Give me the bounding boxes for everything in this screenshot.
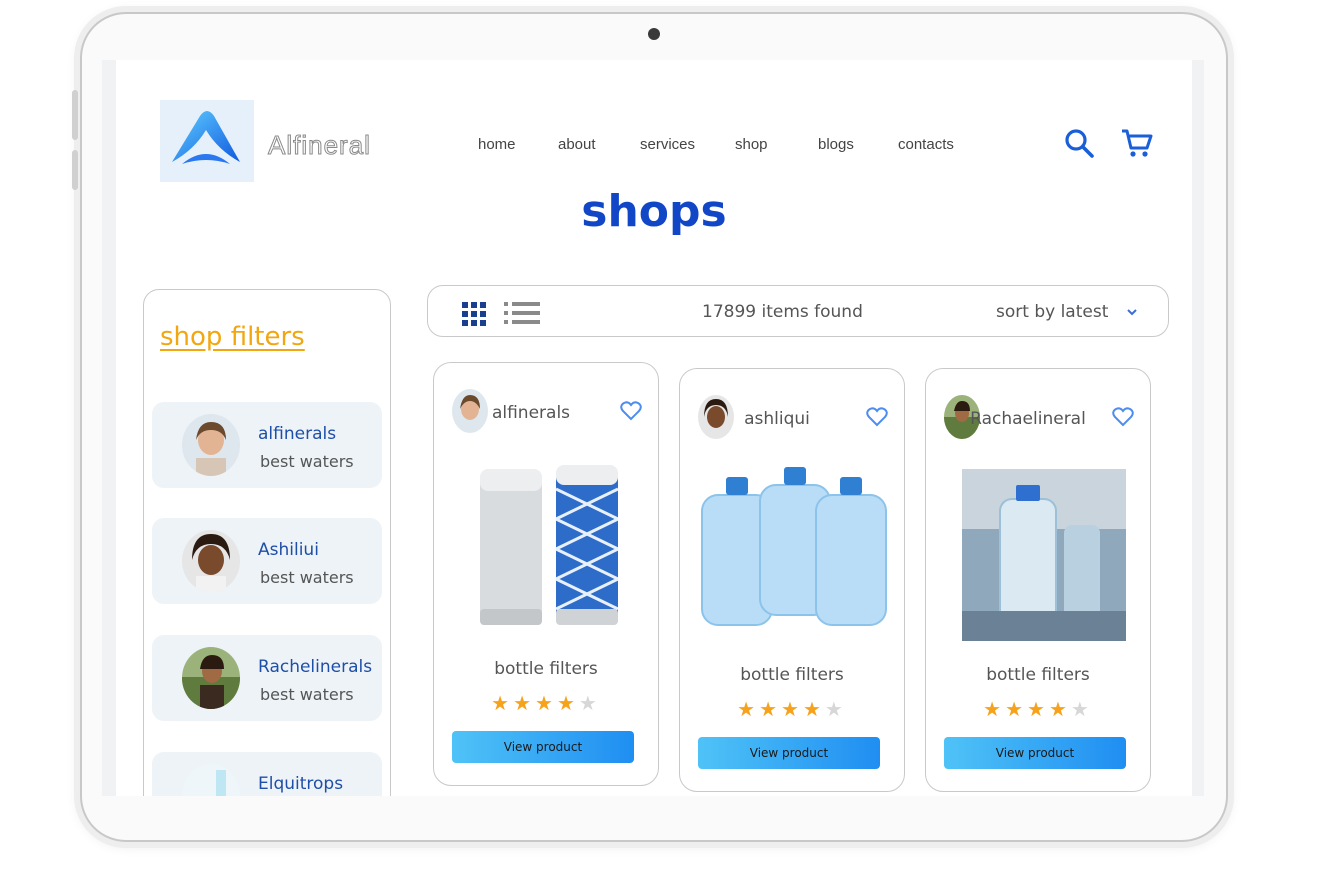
view-product-button[interactable]: View product <box>452 731 634 763</box>
rating-stars: ★★★★★ <box>434 691 658 715</box>
product-card[interactable]: ashliqui bottle filters ★★★★★ View produ… <box>679 368 905 792</box>
product-image <box>480 465 619 625</box>
seller-name: Rachaelineral <box>970 409 1086 429</box>
product-name: bottle filters <box>986 665 1090 685</box>
shop-name: Elquitrops <box>258 774 344 794</box>
nav-services[interactable]: services <box>640 136 695 153</box>
rating-stars: ★★★★★ <box>680 697 904 721</box>
star-empty-icon: ★ <box>824 697 847 721</box>
star-filled-icon: ★ <box>556 691 579 715</box>
star-filled-icon: ★ <box>759 697 782 721</box>
nav-blogs[interactable]: blogs <box>818 136 854 153</box>
shop-item[interactable]: Elquitrops <box>152 752 382 796</box>
star-empty-icon: ★ <box>1070 697 1093 721</box>
star-filled-icon: ★ <box>1005 697 1028 721</box>
shop-item[interactable]: Ashiliui best waters <box>152 518 382 604</box>
list-view-icon[interactable] <box>504 302 540 324</box>
shop-avatar <box>182 647 240 709</box>
power-button <box>72 150 78 190</box>
nav-home[interactable]: home <box>478 136 516 153</box>
cart-icon[interactable] <box>1120 126 1154 160</box>
shop-filters-title[interactable]: shop filters <box>160 322 305 352</box>
product-card[interactable]: alfinerals bottle filters ★★★★★ View pro… <box>433 362 659 786</box>
product-image <box>962 469 1126 641</box>
star-filled-icon: ★ <box>802 697 825 721</box>
shop-avatar <box>182 530 240 592</box>
camera-dot <box>648 28 660 40</box>
shop-subtitle: best waters <box>260 568 354 587</box>
star-filled-icon: ★ <box>983 697 1006 721</box>
product-name: bottle filters <box>494 659 598 679</box>
logo-mark-icon <box>172 111 240 164</box>
grid-view-icon[interactable] <box>462 302 486 326</box>
brand-name: Alfineral <box>268 130 371 161</box>
rating-stars: ★★★★★ <box>926 697 1150 721</box>
seller-name: alfinerals <box>491 403 571 423</box>
shop-filters-panel: shop filters alfinerals best waters Ashi… <box>143 289 391 796</box>
star-filled-icon: ★ <box>491 691 514 715</box>
screen: Alfineral home about services shop blogs… <box>102 60 1204 796</box>
shop-subtitle: best waters <box>260 685 354 704</box>
star-filled-icon: ★ <box>1048 697 1071 721</box>
shop-avatar <box>182 764 240 796</box>
shop-name: alfinerals <box>258 424 337 444</box>
page-title: shops <box>581 186 727 237</box>
results-toolbar: 17899 items found sort by latest <box>427 285 1169 337</box>
star-filled-icon: ★ <box>1027 697 1049 721</box>
shop-name: Rachelinerals <box>258 657 373 677</box>
product-name: bottle filters <box>740 665 844 685</box>
star-filled-icon: ★ <box>781 697 803 721</box>
sort-dropdown[interactable]: sort by latest <box>996 302 1108 322</box>
nav-shop[interactable]: shop <box>735 136 768 153</box>
items-found-count: 17899 items found <box>702 302 863 322</box>
heart-icon[interactable] <box>620 401 642 421</box>
star-filled-icon: ★ <box>513 691 536 715</box>
shop-item[interactable]: alfinerals best waters <box>152 402 382 488</box>
nav-contacts[interactable]: contacts <box>898 136 954 153</box>
heart-icon[interactable] <box>866 407 888 427</box>
volume-button <box>72 90 78 140</box>
view-product-button[interactable]: View product <box>944 737 1126 769</box>
search-icon[interactable] <box>1062 126 1096 160</box>
heart-icon[interactable] <box>1112 407 1134 427</box>
shop-name: Ashiliui <box>258 540 319 560</box>
shop-item[interactable]: Rachelinerals best waters <box>152 635 382 721</box>
product-card[interactable]: Rachaelineral bottle filters ★★★★★ View … <box>925 368 1151 792</box>
star-empty-icon: ★ <box>578 691 601 715</box>
logo[interactable] <box>160 100 254 182</box>
star-filled-icon: ★ <box>737 697 760 721</box>
star-filled-icon: ★ <box>535 691 557 715</box>
product-image <box>701 467 887 626</box>
view-product-button[interactable]: View product <box>698 737 880 769</box>
shop-avatar <box>182 414 240 476</box>
nav-about[interactable]: about <box>558 136 596 153</box>
chevron-down-icon[interactable] <box>1126 306 1138 318</box>
seller-name: ashliqui <box>744 409 810 429</box>
shop-subtitle: best waters <box>260 452 354 471</box>
